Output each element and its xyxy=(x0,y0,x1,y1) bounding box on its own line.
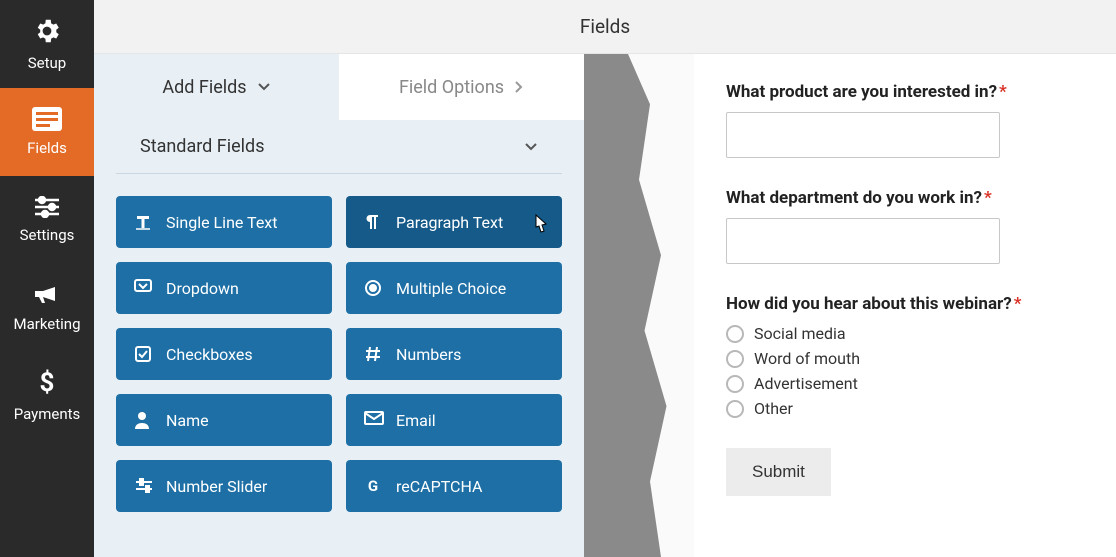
submit-button[interactable]: Submit xyxy=(726,448,831,496)
field-label: Checkboxes xyxy=(166,345,253,364)
radio-label: Social media xyxy=(754,324,846,343)
product-input[interactable] xyxy=(726,112,1000,158)
field-paragraph-text[interactable]: Paragraph Text xyxy=(346,196,562,248)
form-icon xyxy=(32,107,62,131)
field-checkboxes[interactable]: Checkboxes xyxy=(116,328,332,380)
field-multiple-choice[interactable]: Multiple Choice xyxy=(346,262,562,314)
question-label: How did you hear about this webinar?* xyxy=(726,294,1062,314)
sidebar-label-marketing: Marketing xyxy=(13,315,80,333)
field-label: Email xyxy=(396,411,436,430)
question-product: What product are you interested in?* xyxy=(726,82,1062,158)
field-builder-panel: Add Fields Field Options Standard Fields xyxy=(94,54,584,557)
google-icon: G xyxy=(364,477,382,495)
field-label: Paragraph Text xyxy=(396,213,503,232)
chevron-down-icon xyxy=(524,142,538,152)
radio-label: Word of mouth xyxy=(754,349,860,368)
required-asterisk: * xyxy=(984,188,992,208)
sidebar-item-marketing[interactable]: Marketing xyxy=(0,264,94,352)
sidebar-label-settings: Settings xyxy=(20,226,75,244)
radio-icon xyxy=(726,400,744,418)
field-email[interactable]: Email xyxy=(346,394,562,446)
radio-icon xyxy=(364,279,382,297)
field-recaptcha[interactable]: G reCAPTCHA xyxy=(346,460,562,512)
chevron-down-icon xyxy=(257,82,271,92)
field-label: Multiple Choice xyxy=(396,279,506,298)
radio-label: Advertisement xyxy=(754,374,858,393)
radio-option[interactable]: Word of mouth xyxy=(726,349,1062,368)
form-preview: What product are you interested in?* Wha… xyxy=(694,54,1116,557)
chevron-right-icon xyxy=(514,80,524,94)
required-asterisk: * xyxy=(1014,294,1022,314)
field-label: Single Line Text xyxy=(166,213,277,232)
email-icon xyxy=(364,411,382,429)
radio-option[interactable]: Social media xyxy=(726,324,1062,343)
tab-label: Add Fields xyxy=(162,77,246,98)
page-title: Fields xyxy=(580,15,630,38)
main-area: Fields Add Fields Field Options xyxy=(94,0,1116,557)
radio-icon xyxy=(726,350,744,368)
field-label: Name xyxy=(166,411,209,430)
tab-add-fields[interactable]: Add Fields xyxy=(94,54,339,120)
field-numbers[interactable]: Numbers xyxy=(346,328,562,380)
radio-icon xyxy=(726,375,744,393)
question-label: What department do you work in?* xyxy=(726,188,1062,208)
bullhorn-icon xyxy=(33,283,61,307)
radio-option[interactable]: Other xyxy=(726,399,1062,418)
topbar: Fields xyxy=(94,0,1116,54)
paragraph-icon xyxy=(364,213,382,231)
question-hear-about: How did you hear about this webinar?* So… xyxy=(726,294,1062,418)
field-label: Dropdown xyxy=(166,279,239,298)
sidebar-item-settings[interactable]: Settings xyxy=(0,176,94,264)
body-row: Add Fields Field Options Standard Fields xyxy=(94,54,1116,557)
slider-icon xyxy=(134,477,152,495)
dropdown-icon xyxy=(134,279,152,297)
sidebar-label-payments: Payments xyxy=(14,405,81,423)
person-icon xyxy=(134,411,152,429)
svg-text:$: $ xyxy=(40,369,55,397)
field-dropdown[interactable]: Dropdown xyxy=(116,262,332,314)
field-label: reCAPTCHA xyxy=(396,477,482,496)
question-label: What product are you interested in?* xyxy=(726,82,1062,102)
sidebar-label-fields: Fields xyxy=(27,139,67,157)
field-single-line-text[interactable]: Single Line Text xyxy=(116,196,332,248)
radio-icon xyxy=(726,325,744,343)
tab-field-options[interactable]: Field Options xyxy=(339,54,584,120)
sliders-icon xyxy=(33,196,61,218)
text-icon xyxy=(134,213,152,231)
svg-text:G: G xyxy=(368,477,378,495)
checkbox-icon xyxy=(134,345,152,363)
tab-label: Field Options xyxy=(399,77,504,98)
section-title: Standard Fields xyxy=(140,136,265,157)
field-grid: Single Line Text Paragraph Text Dropdown… xyxy=(94,174,584,534)
sidebar-item-payments[interactable]: $ Payments xyxy=(0,352,94,440)
radio-option[interactable]: Advertisement xyxy=(726,374,1062,393)
dollar-icon: $ xyxy=(39,369,55,397)
field-label: Numbers xyxy=(396,345,461,364)
question-department: What department do you work in?* xyxy=(726,188,1062,264)
department-input[interactable] xyxy=(726,218,1000,264)
gear-icon xyxy=(32,16,62,46)
required-asterisk: * xyxy=(999,82,1007,102)
field-name[interactable]: Name xyxy=(116,394,332,446)
main-sidebar: Setup Fields Settings Marketing $ Paymen… xyxy=(0,0,94,557)
sidebar-item-fields[interactable]: Fields xyxy=(0,88,94,176)
field-label: Number Slider xyxy=(166,477,267,496)
builder-tabs: Add Fields Field Options xyxy=(94,54,584,120)
field-number-slider[interactable]: Number Slider xyxy=(116,460,332,512)
section-standard-fields[interactable]: Standard Fields xyxy=(116,120,562,174)
preview-gutter xyxy=(584,54,694,557)
hash-icon xyxy=(364,345,382,363)
sidebar-item-setup[interactable]: Setup xyxy=(0,0,94,88)
radio-label: Other xyxy=(754,399,793,418)
sidebar-label-setup: Setup xyxy=(28,54,66,72)
